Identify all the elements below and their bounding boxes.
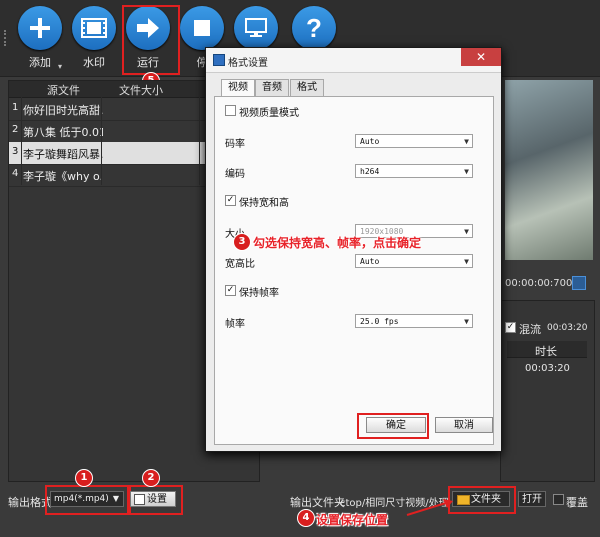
watermark-button[interactable]: 水印 (70, 6, 118, 74)
codec-select[interactable]: h264 ▼ (355, 164, 473, 178)
row-number: 1 (12, 102, 19, 113)
duration-header: 时长 (535, 345, 557, 358)
overwrite-label: 覆盖 (566, 496, 588, 509)
settings-highlight (127, 485, 183, 515)
video-tab-pane: 视频质量模式 码率 Auto▼ 编码 h264▼ ✓ 保持宽和高 大小 1920… (214, 96, 494, 445)
row-name: 你好旧时光高甜... (23, 104, 103, 117)
row-name: 李子璇《why o... (23, 170, 103, 183)
bitrate-value: Auto (360, 137, 380, 146)
add-button[interactable]: 添加 (16, 6, 64, 74)
chevron-down-icon: ▼ (464, 257, 469, 266)
run-highlight (122, 5, 180, 75)
duration-value: 00:03:20 (525, 363, 570, 374)
step3-annotation: 勾选保持宽高、帧率，点击确定 (253, 236, 422, 250)
time-display: 00:00:00:700 (505, 278, 573, 289)
column-divider (101, 97, 102, 185)
header-source[interactable]: 源文件 (47, 82, 80, 98)
question-icon: ? (292, 6, 336, 50)
keep-wh-label: 保持宽和高 (239, 198, 289, 209)
step2-badge: 2 (142, 469, 160, 487)
video-quality-checkbox[interactable] (225, 105, 236, 116)
output-folder-label: 输出文件夹 (290, 496, 345, 509)
video-preview (505, 80, 593, 260)
overwrite-checkbox[interactable] (553, 494, 564, 505)
mix-label: 混流 (519, 323, 541, 336)
open-button[interactable]: 打开 (518, 491, 546, 507)
bitrate-select[interactable]: Auto ▼ (355, 134, 473, 148)
format-highlight (45, 485, 131, 515)
step4-annotation: 设置保存位置 (316, 513, 389, 527)
app-icon (213, 54, 225, 66)
dialog-titlebar[interactable]: 格式设置 ✕ (206, 48, 501, 73)
fps-value: 25.0 fps (360, 317, 399, 326)
step3-badge: 3 (233, 233, 251, 251)
folder-highlight (448, 486, 516, 514)
chevron-down-icon: ▼ (464, 227, 469, 236)
row-number: 2 (12, 124, 19, 135)
mix-checkbox[interactable]: ✓ (505, 322, 516, 333)
stop-icon (180, 6, 224, 50)
column-divider (21, 97, 22, 185)
codec-value: h264 (360, 167, 380, 176)
add-label: 添加 (29, 56, 51, 69)
codec-label: 编码 (225, 169, 245, 180)
snapshot-icon[interactable] (572, 276, 586, 290)
close-icon[interactable]: ✕ (461, 48, 501, 66)
keep-wh-checkbox[interactable]: ✓ (225, 195, 236, 206)
row-number: 3 (12, 146, 19, 157)
video-quality-label: 视频质量模式 (239, 108, 299, 119)
chevron-down-icon: ▼ (464, 137, 469, 146)
step1-badge: 1 (75, 469, 93, 487)
header-size[interactable]: 文件大小 (119, 82, 163, 98)
fps-select[interactable]: 25.0 fps ▼ (355, 314, 473, 328)
duration-header-row: 时长 (507, 341, 587, 358)
toolbar-grip[interactable] (4, 30, 10, 46)
step4-badge: 4 (297, 509, 315, 527)
keep-fps-checkbox[interactable]: ✓ (225, 285, 236, 296)
tab-video[interactable]: 视频 (221, 79, 255, 97)
chevron-down-icon: ▼ (464, 167, 469, 176)
monitor-icon (234, 6, 278, 50)
add-dropdown-icon[interactable]: ▾ (58, 62, 62, 71)
column-divider (199, 97, 200, 185)
annotation-arrow (406, 499, 453, 516)
row-number: 4 (12, 168, 19, 179)
tab-format[interactable]: 格式 (290, 79, 324, 96)
film-icon (72, 6, 116, 50)
mix-time: 00:03:20 (547, 323, 588, 333)
ok-highlight (357, 413, 429, 439)
chevron-down-icon: ▼ (464, 317, 469, 326)
cancel-button[interactable]: 取消 (435, 417, 493, 433)
aspect-value: Auto (360, 257, 380, 266)
keep-fps-label: 保持帧率 (239, 288, 279, 299)
watermark-label: 水印 (83, 56, 105, 69)
tab-audio[interactable]: 音频 (255, 79, 289, 96)
fps-label: 帧率 (225, 319, 245, 330)
bitrate-label: 码率 (225, 139, 245, 150)
plus-icon (18, 6, 62, 50)
row-name: 李子璇舞蹈风暴... (23, 148, 103, 161)
aspect-label: 宽高比 (225, 259, 255, 270)
output-panel: ✓ 混流 00:03:20 时长 00:03:20 (500, 300, 595, 482)
dialog-title: 格式设置 (228, 58, 268, 69)
aspect-select[interactable]: Auto ▼ (355, 254, 473, 268)
row-name: 第八集 低于0.01... (23, 126, 103, 139)
